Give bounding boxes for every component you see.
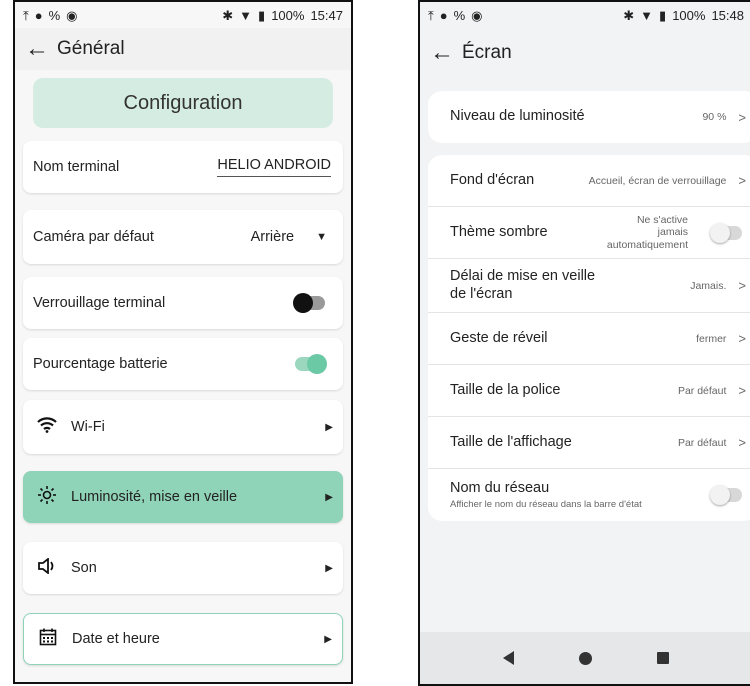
menu-item-label: Date et heure — [72, 631, 160, 647]
chevron-right-icon: > — [738, 435, 746, 450]
taille-affichage-row[interactable]: Taille de l'affichage Par défaut > — [428, 417, 750, 469]
menu-item-son[interactable]: Son ▶ — [23, 542, 343, 594]
brightness-icon — [33, 485, 61, 510]
fond-ecran-label: Fond d'écran — [450, 171, 535, 188]
app-icon: ● — [439, 7, 448, 23]
nom-reseau-row: Nom du réseau Afficher le nom du réseau … — [428, 469, 750, 521]
configuration-banner: Configuration — [33, 78, 333, 128]
taille-police-label: Taille de la police — [450, 381, 561, 398]
app-icon: ● — [34, 7, 43, 23]
taille-police-value: Par défaut — [677, 384, 727, 397]
menu-item-label: Luminosité, mise en veille — [71, 489, 238, 505]
status-bar: ⤒ ● % ◉ ✱ ▼ ▮ 100% 15:47 — [15, 2, 351, 28]
chevron-right-icon: > — [738, 331, 746, 346]
chevron-right-icon: ▶ — [325, 491, 333, 503]
taille-affichage-value: Par défaut — [677, 436, 727, 449]
menu-item-luminosite[interactable]: Luminosité, mise en veille ▶ — [23, 471, 343, 523]
nav-recent-apps-icon[interactable] — [657, 652, 670, 664]
page-title: Général — [57, 38, 125, 59]
geste-reveil-row[interactable]: Geste de réveil fermer > — [428, 313, 750, 365]
delai-veille-row[interactable]: Délai de mise en veille de l'écran Jamai… — [428, 259, 750, 313]
geste-reveil-value: fermer — [696, 332, 727, 345]
signal-icon: ▼ — [640, 7, 654, 23]
menu-item-label: Son — [71, 560, 97, 576]
upload-icon: ⤒ — [23, 7, 29, 23]
caret-down-icon[interactable]: ▼ — [316, 231, 327, 243]
verrouillage-row: Verrouillage terminal — [23, 277, 343, 329]
chevron-right-icon: > — [738, 109, 746, 125]
nom-terminal-input[interactable]: HELIO ANDROID — [217, 157, 331, 177]
bluetooth-icon: ✱ — [623, 7, 635, 23]
verrouillage-label: Verrouillage terminal — [33, 295, 166, 311]
luminosite-group: Niveau de luminosité 90 % > — [428, 91, 750, 143]
theme-sombre-label: Thème sombre — [450, 223, 548, 240]
right-phone-screen: ⤒ ● % ◉ ✱ ▼ ▮ 100% 15:48 ← Écran Niveau … — [418, 0, 750, 686]
camera-select-value[interactable]: Arrière — [251, 229, 295, 245]
nav-home-icon[interactable] — [578, 651, 592, 665]
delai-veille-label: Délai de mise en veille de l'écran — [450, 268, 596, 302]
theme-sombre-row: Thème sombre Ne s'active jamais automati… — [428, 207, 750, 259]
chevron-right-icon: ▶ — [325, 562, 333, 574]
chevron-right-icon: ▶ — [324, 633, 332, 645]
app-bar: ← Général — [15, 28, 351, 70]
navigation-bar — [420, 632, 750, 684]
theme-sombre-value: Ne s'active jamais automatiquement — [606, 214, 688, 251]
taille-affichage-label: Taille de l'affichage — [450, 433, 572, 450]
batterie-label: Pourcentage batterie — [33, 356, 168, 372]
bluetooth-icon: ✱ — [222, 7, 234, 23]
luminosite-value: 90 % — [702, 111, 727, 123]
chevron-right-icon: > — [738, 383, 746, 398]
left-phone-screen: ⤒ ● % ◉ ✱ ▼ ▮ 100% 15:47 ← Général Confi… — [13, 0, 353, 684]
shield-icon: ◉ — [471, 7, 483, 23]
speaker-icon — [33, 556, 61, 579]
batterie-row: Pourcentage batterie — [23, 338, 343, 390]
geste-reveil-label: Geste de réveil — [450, 329, 548, 346]
shield-icon: ◉ — [66, 7, 78, 23]
status-bar: ⤒ ● % ◉ ✱ ▼ ▮ 100% 15:48 — [420, 2, 750, 28]
nav-back-icon[interactable] — [502, 651, 514, 665]
back-arrow-icon[interactable]: ← — [430, 41, 462, 65]
fond-ecran-row[interactable]: Fond d'écran Accueil, écran de verrouill… — [428, 155, 750, 207]
camera-label: Caméra par défaut — [33, 229, 154, 245]
percent-icon: % — [48, 7, 61, 23]
verrouillage-toggle[interactable] — [293, 293, 325, 313]
batterie-toggle[interactable] — [295, 354, 327, 374]
upload-icon: ⤒ — [428, 7, 434, 23]
app-bar: ← Écran — [420, 28, 750, 78]
battery-level: 100% — [672, 7, 706, 23]
nom-terminal-label: Nom terminal — [33, 159, 120, 175]
luminosite-label: Niveau de luminosité — [450, 108, 585, 125]
delai-veille-value: Jamais. — [690, 279, 727, 292]
camera-row[interactable]: Caméra par défaut Arrière ▼ — [23, 210, 343, 264]
battery-icon: ▮ — [258, 7, 266, 23]
signal-icon: ▼ — [239, 7, 253, 23]
percent-icon: % — [453, 7, 466, 23]
clock: 15:47 — [310, 7, 343, 23]
chevron-right-icon: > — [738, 173, 746, 188]
luminosite-row[interactable]: Niveau de luminosité 90 % > — [428, 91, 750, 143]
settings-group: Fond d'écran Accueil, écran de verrouill… — [428, 155, 750, 521]
menu-item-date-heure[interactable]: Date et heure ▶ — [23, 613, 343, 665]
page-title: Écran — [462, 42, 512, 63]
battery-icon: ▮ — [659, 7, 667, 23]
back-arrow-icon[interactable]: ← — [25, 37, 57, 61]
nom-reseau-description: Afficher le nom du réseau dans la barre … — [450, 499, 642, 510]
menu-item-wifi[interactable]: Wi-Fi ▶ — [23, 400, 343, 454]
nom-reseau-toggle[interactable] — [710, 485, 742, 505]
chevron-right-icon: ▶ — [325, 421, 333, 433]
battery-level: 100% — [271, 7, 305, 23]
menu-item-label: Wi-Fi — [71, 419, 105, 435]
fond-ecran-value: Accueil, écran de verrouillage — [588, 174, 727, 187]
chevron-right-icon: > — [738, 278, 746, 293]
nom-reseau-label: Nom du réseau Afficher le nom du réseau … — [450, 480, 712, 511]
clock: 15:48 — [711, 7, 744, 23]
nom-terminal-row: Nom terminal HELIO ANDROID — [23, 141, 343, 193]
calendar-icon — [34, 628, 62, 651]
wifi-icon — [33, 416, 61, 438]
taille-police-row[interactable]: Taille de la police Par défaut > — [428, 365, 750, 417]
theme-sombre-toggle[interactable] — [710, 222, 742, 243]
